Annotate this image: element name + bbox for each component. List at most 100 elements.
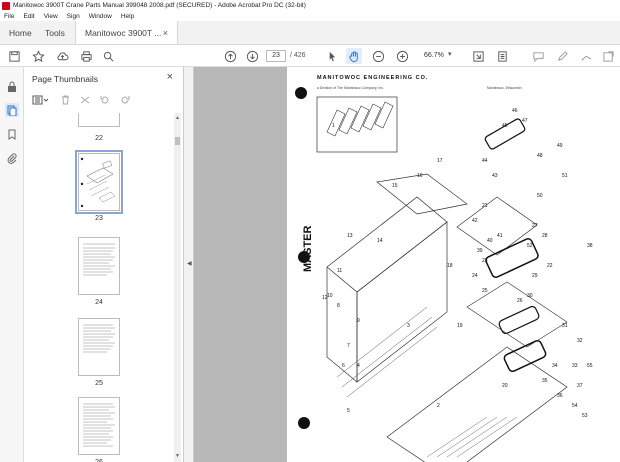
part-callout: 36 [557, 393, 563, 399]
fit-page-icon[interactable] [470, 48, 486, 64]
thumbnail-image [78, 237, 120, 295]
tab-home[interactable]: Home [0, 21, 36, 44]
menu-file[interactable]: File [4, 13, 14, 20]
next-page-icon[interactable] [244, 48, 260, 64]
part-callout: 32 [577, 338, 583, 344]
print-icon[interactable] [78, 48, 94, 64]
part-callout: 42 [472, 218, 478, 224]
tab-document-label: Manitowoc 3900T ... [85, 27, 162, 38]
panel-close-icon[interactable]: × [167, 71, 173, 83]
star-icon[interactable] [30, 48, 46, 64]
scroll-mode-icon[interactable] [494, 48, 510, 64]
search-icon[interactable] [100, 48, 116, 64]
upload-cloud-icon[interactable] [54, 48, 70, 64]
lock-icon[interactable] [5, 79, 19, 93]
part-callout: 43 [492, 173, 498, 179]
part-callout: 48 [537, 153, 543, 159]
part-callout: 40 [487, 238, 493, 244]
part-callout: 41 [497, 233, 503, 239]
scroll-up-arrow-icon[interactable]: ▲ [175, 115, 180, 121]
hand-tool-icon[interactable] [346, 48, 362, 64]
part-callout: 1 [332, 123, 335, 129]
part-callout: 47 [522, 118, 528, 124]
previous-page-icon[interactable] [222, 48, 238, 64]
part-callout: 29 [532, 273, 538, 279]
zoom-level[interactable]: 66.7% [424, 52, 444, 59]
part-callout: 37 [577, 383, 583, 389]
part-callout: 19 [457, 323, 463, 329]
share-icon[interactable] [600, 48, 616, 64]
zoom-in-icon[interactable] [394, 48, 410, 64]
menu-sign[interactable]: Sign [67, 13, 80, 20]
part-callout: 27 [532, 223, 538, 229]
menu-edit[interactable]: Edit [23, 13, 34, 20]
part-callout: 23 [482, 258, 488, 264]
menu-bar: File Edit View Sign Window Help [0, 11, 620, 21]
rotate-clockwise-icon[interactable] [118, 94, 132, 106]
part-callout: 44 [482, 158, 488, 164]
part-callout: 9 [357, 318, 360, 324]
part-callout: 10 [327, 293, 333, 299]
thumbnail-label: 22 [95, 135, 103, 142]
part-callout: 24 [472, 273, 478, 279]
collapse-panel-arrow-icon[interactable]: ◀ [187, 260, 192, 267]
bookmark-icon[interactable] [5, 127, 19, 141]
part-callout: 4 [357, 363, 360, 369]
part-callout: 17 [437, 158, 443, 164]
part-callout: 45 [502, 123, 508, 129]
attachment-icon[interactable] [5, 151, 19, 165]
delete-page-icon[interactable] [58, 94, 72, 106]
part-callout: 6 [342, 363, 345, 369]
document-view[interactable]: MANITOWOC ENGINEERING CO. a Division of … [194, 67, 620, 462]
options-menu-icon[interactable] [30, 94, 52, 106]
menu-view[interactable]: View [44, 13, 58, 20]
menu-window[interactable]: Window [89, 13, 112, 20]
zoom-out-icon[interactable] [370, 48, 386, 64]
part-callout: 55 [587, 363, 593, 369]
panel-splitter[interactable]: ◀ [184, 67, 194, 462]
part-callout: 46 [512, 108, 518, 114]
thumbnail-image [75, 150, 123, 214]
part-callout: 21 [482, 203, 488, 209]
highlight-pen-icon[interactable] [554, 48, 570, 64]
part-callout: 7 [347, 343, 350, 349]
part-callout: 34 [552, 363, 558, 369]
thumbnail-image [78, 397, 120, 455]
tab-bar: Home Tools Manitowoc 3900T ... × [0, 21, 620, 45]
extract-page-icon[interactable] [78, 94, 92, 106]
tab-document[interactable]: Manitowoc 3900T ... × [76, 21, 178, 44]
tab-tools-label: Tools [45, 27, 65, 38]
part-callout: 30 [527, 293, 533, 299]
thumbnail-label: 24 [95, 299, 103, 306]
part-callout: 51 [562, 173, 568, 179]
save-icon[interactable] [6, 48, 22, 64]
tab-tools[interactable]: Tools [36, 21, 76, 44]
part-callout: 13 [347, 233, 353, 239]
thumbnail-scrollbar[interactable]: ▲ ▼ [174, 113, 181, 462]
part-callout: 11 [337, 268, 342, 274]
left-navigation-rail [0, 67, 24, 462]
part-callout: 54 [572, 403, 578, 409]
select-cursor-icon[interactable] [324, 48, 340, 64]
thumbnail-image [78, 318, 120, 376]
page-thumbnails-icon[interactable] [5, 103, 19, 117]
menu-help[interactable]: Help [121, 13, 134, 20]
part-callout: 26 [517, 298, 523, 304]
draw-icon[interactable] [578, 48, 594, 64]
thumbnail-list[interactable]: 22 23 24 25 [24, 113, 184, 462]
comment-icon[interactable] [530, 48, 546, 64]
zoom-dropdown-icon[interactable]: ▾ [448, 50, 452, 58]
part-callout: 5 [347, 408, 350, 414]
main-toolbar: 23 / 426 66.7% ▾ [0, 45, 620, 67]
tab-close-icon[interactable]: × [163, 28, 168, 38]
scrollbar-thumb[interactable] [175, 137, 180, 145]
panel-toolbar [30, 93, 175, 107]
part-callout: 15 [392, 183, 398, 189]
window-titlebar: Manitowoc 3900T Crane Parts Manual 39904… [0, 0, 620, 11]
rotate-counterclockwise-icon[interactable] [98, 94, 112, 106]
page-number-input[interactable]: 23 [266, 50, 286, 62]
scroll-down-arrow-icon[interactable]: ▼ [175, 453, 180, 459]
thumbnail-label: 23 [95, 215, 103, 222]
part-callout: 31 [562, 323, 568, 329]
part-callout: 39 [477, 248, 483, 254]
